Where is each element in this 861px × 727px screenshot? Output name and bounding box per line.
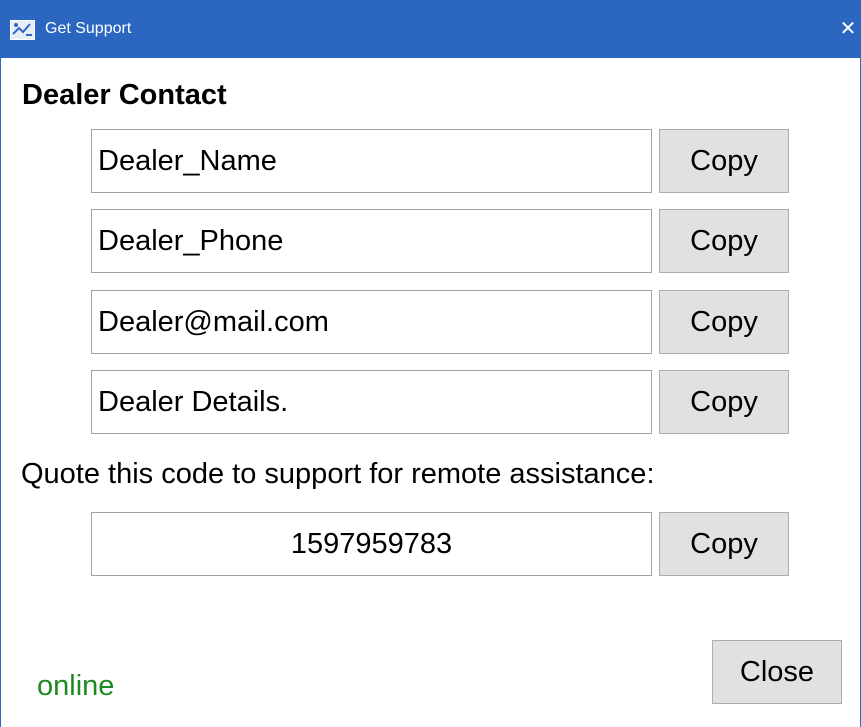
status-text: online [37, 670, 115, 702]
dealer-contact-heading: Dealer Contact [22, 79, 227, 111]
remote-assistance-prompt: Quote this code to support for remote as… [21, 458, 655, 490]
dealer-phone-field[interactable]: Dealer_Phone [91, 209, 652, 273]
close-button[interactable]: Close [712, 640, 842, 704]
dealer-details-field[interactable]: Dealer Details. [91, 370, 652, 434]
title-bar[interactable]: Get Support ✕ [1, 0, 861, 58]
support-app-icon [10, 20, 35, 40]
copy-dealer-email-button[interactable]: Copy [659, 290, 789, 354]
copy-dealer-name-button[interactable]: Copy [659, 129, 789, 193]
dealer-email-field[interactable]: Dealer@mail.com [91, 290, 652, 354]
close-icon[interactable]: ✕ [834, 14, 861, 44]
dealer-name-field[interactable]: Dealer_Name [91, 129, 652, 193]
remote-code-field[interactable]: 1597959783 [91, 512, 652, 576]
window-title: Get Support [45, 20, 132, 37]
copy-dealer-details-button[interactable]: Copy [659, 370, 789, 434]
get-support-window: Get Support ✕ Dealer Contact Dealer_Name… [0, 0, 861, 727]
copy-dealer-phone-button[interactable]: Copy [659, 209, 789, 273]
copy-remote-code-button[interactable]: Copy [659, 512, 789, 576]
